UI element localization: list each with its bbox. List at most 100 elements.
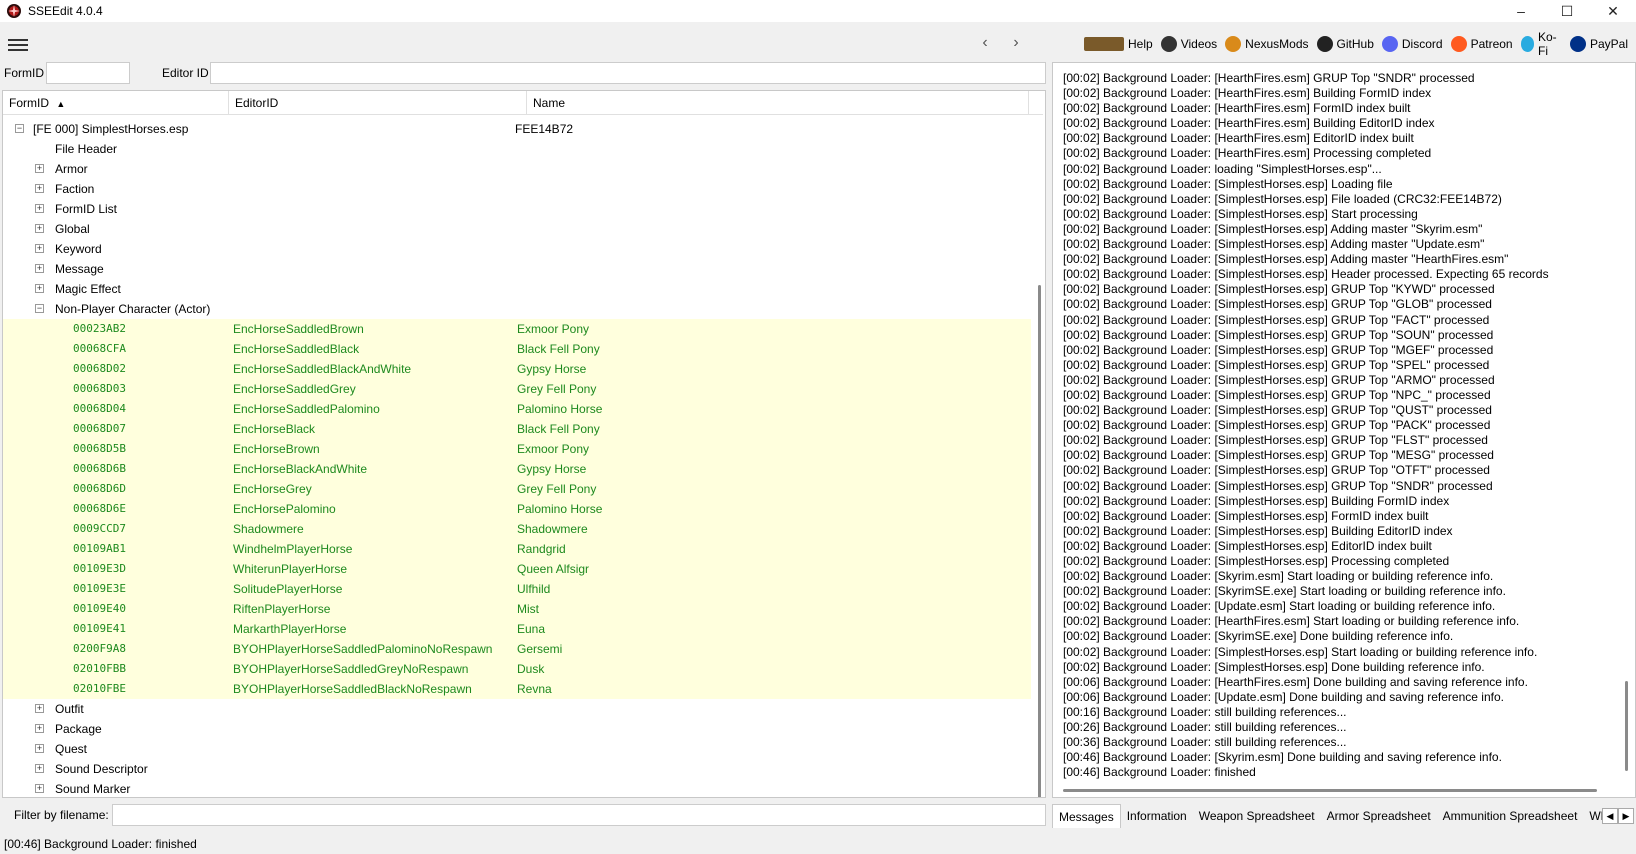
group-node[interactable]: File Header bbox=[3, 139, 1031, 159]
expand-icon[interactable]: + bbox=[35, 784, 44, 793]
tree-scrollbar[interactable] bbox=[1037, 117, 1043, 797]
tree-scrollbar-thumb[interactable] bbox=[1038, 285, 1041, 797]
npc-row[interactable]: 00109E3E SolitudePlayerHorse Ulfhild bbox=[3, 579, 1031, 599]
group-node[interactable]: + Magic Effect bbox=[3, 279, 1031, 299]
link-videos[interactable]: Videos bbox=[1160, 36, 1217, 52]
npc-row[interactable]: 00068D03 EncHorseSaddledGrey Grey Fell Pon… bbox=[3, 379, 1031, 399]
link-discord[interactable]: Discord bbox=[1381, 36, 1443, 52]
message-line: [00:02] Background Loader: [HearthFires.… bbox=[1063, 101, 1411, 116]
npc-row[interactable]: 00068D6B EncHorseBlackAndWhite Gypsy Horse bbox=[3, 459, 1031, 479]
expand-icon[interactable]: + bbox=[35, 244, 44, 253]
group-node[interactable]: + Sound Marker bbox=[3, 779, 1031, 797]
tab-weapon-spreadsheet[interactable]: Weapon Spreadsheet bbox=[1193, 804, 1321, 828]
message-line: [00:02] Background Loader: [SimplestHors… bbox=[1063, 659, 1485, 674]
link-github[interactable]: GitHub bbox=[1316, 36, 1374, 52]
group-node[interactable]: + Quest bbox=[3, 739, 1031, 759]
message-line: [00:02] Background Loader: [SimplestHors… bbox=[1063, 493, 1450, 508]
toolbar: ‹ › Help Videos NexusMods GitHub Discord Patr… bbox=[0, 30, 1636, 60]
expand-icon[interactable]: + bbox=[35, 704, 44, 713]
plugin-node[interactable]: − [FE 000] SimplestHorses.esp FEE14B72 bbox=[3, 119, 1031, 139]
expand-icon[interactable]: + bbox=[35, 764, 44, 773]
npc-row[interactable]: 00068D02 EncHorseSaddledBlackAndWhite Gyps… bbox=[3, 359, 1031, 379]
group-node[interactable]: + Faction bbox=[3, 179, 1031, 199]
link-paypal[interactable]: PayPal bbox=[1569, 36, 1628, 52]
expand-icon[interactable]: + bbox=[35, 224, 44, 233]
tab-information[interactable]: Information bbox=[1121, 804, 1193, 828]
group-label: Message bbox=[55, 262, 104, 276]
npc-row[interactable]: 00068CFA EncHorseSaddledBlack Black Fell P… bbox=[3, 339, 1031, 359]
column-name[interactable]: Name bbox=[527, 91, 1029, 115]
npc-name: Mist bbox=[517, 602, 539, 616]
expand-icon[interactable]: + bbox=[35, 744, 44, 753]
record-tree[interactable]: FormID ▲ EditorID Name − [FE 000] Simples… bbox=[2, 90, 1046, 798]
npc-row[interactable]: 00109E3D WhiterunPlayerHorse Queen Alfsigr bbox=[3, 559, 1031, 579]
expand-icon[interactable]: + bbox=[35, 264, 44, 273]
minimize-button[interactable]: – bbox=[1498, 0, 1544, 22]
npc-row[interactable]: 00068D07 EncHorseBlack Black Fell Pony bbox=[3, 419, 1031, 439]
group-node[interactable]: + Armor bbox=[3, 159, 1031, 179]
message-line: [00:02] Background Loader: [SimplestHors… bbox=[1063, 433, 1488, 448]
formid-input[interactable] bbox=[46, 62, 130, 84]
group-node[interactable]: + Sound Descriptor bbox=[3, 759, 1031, 779]
collapse-icon[interactable]: − bbox=[15, 124, 24, 133]
group-label: Magic Effect bbox=[55, 282, 121, 296]
group-label: Package bbox=[55, 722, 102, 736]
column-editorid[interactable]: EditorID bbox=[229, 91, 527, 115]
npc-row[interactable]: 00109E40 RiftenPlayerHorse Mist bbox=[3, 599, 1031, 619]
expand-icon[interactable]: + bbox=[35, 204, 44, 213]
message-line: [00:02] Background Loader: [SimplestHors… bbox=[1063, 538, 1432, 553]
expand-icon[interactable]: + bbox=[35, 284, 44, 293]
tab-armor-spreadsheet[interactable]: Armor Spreadsheet bbox=[1321, 804, 1437, 828]
column-formid[interactable]: FormID ▲ bbox=[3, 91, 229, 115]
npc-row[interactable]: 0200F9A8 BYOHPlayerHorseSaddledPalominoNo… bbox=[3, 639, 1031, 659]
npc-row[interactable]: 00068D6E EncHorsePalomino Palomino Horse bbox=[3, 499, 1031, 519]
hamburger-menu-icon[interactable] bbox=[8, 39, 28, 53]
collapse-icon[interactable]: − bbox=[35, 304, 44, 313]
npc-row[interactable]: 02010FBB BYOHPlayerHorseSaddledGreyNoResp… bbox=[3, 659, 1031, 679]
messages-pane[interactable]: [00:02] Background Loader: [HearthFires.… bbox=[1052, 62, 1636, 798]
group-node[interactable]: + Keyword bbox=[3, 239, 1031, 259]
npc-row[interactable]: 00023AB2 EncHorseSaddledBrown Exmoor Pony bbox=[3, 319, 1031, 339]
npc-row[interactable]: 00109AB1 WindhelmPlayerHorse Randgrid bbox=[3, 539, 1031, 559]
npc-row[interactable]: 00068D5B EncHorseBrown Exmoor Pony bbox=[3, 439, 1031, 459]
npc-row[interactable]: 02010FBE BYOHPlayerHorseSaddledBlackNoRes… bbox=[3, 679, 1031, 699]
editorid-input[interactable] bbox=[210, 62, 1046, 84]
forward-button[interactable]: › bbox=[1006, 34, 1026, 52]
back-button[interactable]: ‹ bbox=[975, 34, 995, 52]
group-node[interactable]: + Global bbox=[3, 219, 1031, 239]
npc-name: Gypsy Horse bbox=[517, 362, 587, 376]
messages-scrollbar-thumb[interactable] bbox=[1625, 681, 1628, 771]
messages-hscrollbar[interactable] bbox=[1063, 789, 1597, 792]
npc-row[interactable]: 00068D6D EncHorseGrey Grey Fell Pony bbox=[3, 479, 1031, 499]
link-label: Discord bbox=[1401, 37, 1443, 51]
link-ko-fi[interactable]: Ko-Fi bbox=[1520, 30, 1562, 58]
message-line: [00:02] Background Loader: [SkyrimSE.exe… bbox=[1063, 629, 1454, 644]
tab-scroll-left-icon[interactable]: ◀ bbox=[1602, 808, 1618, 824]
npc-row[interactable]: 0009CCD7 Shadowmere Shadowmere bbox=[3, 519, 1031, 539]
expand-icon[interactable]: + bbox=[35, 724, 44, 733]
group-node[interactable]: + Outfit bbox=[3, 699, 1031, 719]
group-node[interactable]: + Package bbox=[3, 719, 1031, 739]
message-line: [00:02] Background Loader: [SimplestHors… bbox=[1063, 523, 1453, 538]
messages-scrollbar[interactable] bbox=[1625, 71, 1629, 791]
link-nexusmods[interactable]: NexusMods bbox=[1225, 36, 1309, 52]
link-help[interactable]: Help bbox=[1084, 37, 1153, 51]
message-line: [00:46] Background Loader: [Skyrim.esm] … bbox=[1063, 750, 1502, 765]
npc-row[interactable]: 00068D04 EncHorseSaddledPalomino Palomino … bbox=[3, 399, 1031, 419]
tab-scroll-right-icon[interactable]: ▶ bbox=[1618, 808, 1634, 824]
npc-editorid: EncHorseSaddledBrown bbox=[233, 322, 364, 336]
npc-row[interactable]: 00109E41 MarkarthPlayerHorse Euna bbox=[3, 619, 1031, 639]
maximize-button[interactable]: ☐ bbox=[1544, 0, 1590, 22]
expand-icon[interactable]: + bbox=[35, 184, 44, 193]
tab-ammunition-spreadsheet[interactable]: Ammunition Spreadsheet bbox=[1437, 804, 1584, 828]
filter-input[interactable] bbox=[112, 804, 1046, 826]
group-node[interactable]: + FormID List bbox=[3, 199, 1031, 219]
npc-editorid: SolitudePlayerHorse bbox=[233, 582, 343, 596]
group-label: File Header bbox=[55, 142, 118, 156]
close-button[interactable]: ✕ bbox=[1590, 0, 1636, 22]
link-patreon[interactable]: Patreon bbox=[1450, 36, 1513, 52]
tab-messages[interactable]: Messages bbox=[1052, 804, 1121, 828]
expand-icon[interactable]: + bbox=[35, 164, 44, 173]
group-node-npc[interactable]: − Non-Player Character (Actor) bbox=[3, 299, 1031, 319]
group-node[interactable]: + Message bbox=[3, 259, 1031, 279]
